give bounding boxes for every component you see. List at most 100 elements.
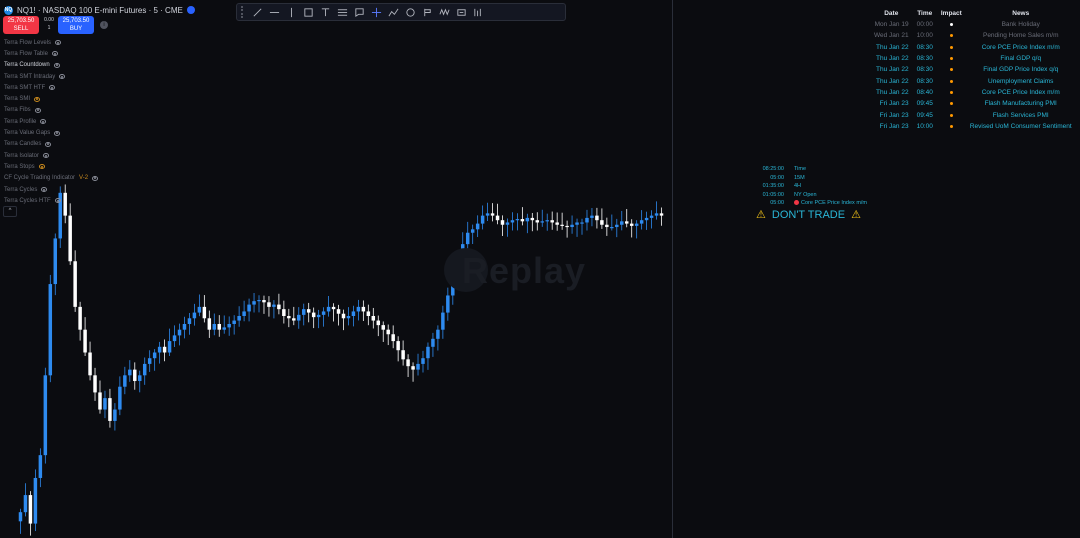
indicator-row[interactable]: Terra Flow Levels: [4, 37, 98, 48]
news-row: Fri Jan 23 10:00 Revised UoM Consumer Sent…: [870, 121, 1076, 132]
countdown-time: 05:00: [770, 200, 784, 207]
collapse-legend-button[interactable]: ^: [3, 206, 17, 217]
path-icon[interactable]: [387, 6, 400, 19]
indicator-row[interactable]: Terra Value Gaps: [4, 127, 98, 138]
candle-body: [605, 224, 609, 228]
symbol-header[interactable]: NQ NQ1! · NASDAQ 100 E-mini Futures · 5 …: [4, 4, 195, 16]
indicator-row[interactable]: Terra Isolator: [4, 150, 98, 161]
eye-icon[interactable]: [55, 40, 62, 46]
eye-icon[interactable]: [40, 119, 47, 125]
indicator-row[interactable]: Terra Cycles: [4, 184, 98, 195]
eye-icon[interactable]: [54, 130, 61, 136]
news-row: Wed Jan 21 10:00 Pending Home Sales m/m: [870, 30, 1076, 41]
countdown-label-text: 15M: [794, 174, 805, 181]
circle-icon[interactable]: [404, 6, 417, 19]
candle-body: [366, 311, 371, 316]
ruler-icon[interactable]: [472, 6, 485, 19]
indicator-row[interactable]: Terra SMI: [4, 93, 98, 104]
buy-button[interactable]: 25,703.50 BUY: [58, 16, 94, 34]
candle-body: [321, 311, 326, 315]
indicator-row[interactable]: Terra Countdown: [4, 60, 98, 71]
eye-icon[interactable]: [49, 85, 56, 91]
horizontal-ray-icon[interactable]: [268, 6, 281, 19]
eye-icon[interactable]: [59, 74, 66, 80]
eye-hidden-icon[interactable]: [38, 164, 45, 170]
eye-icon[interactable]: [34, 107, 41, 113]
candle-body: [297, 314, 301, 321]
info-icon[interactable]: i: [100, 21, 108, 29]
vertical-line-icon[interactable]: [285, 6, 298, 19]
news-time: 08:40: [916, 88, 933, 96]
indicator-row[interactable]: Terra Profile: [4, 116, 98, 127]
candle-body: [351, 311, 356, 316]
news-row: Thu Jan 22 08:30 Final GDP Price Index q/q: [870, 64, 1076, 75]
callout-icon[interactable]: [353, 6, 366, 19]
candle-body: [560, 224, 564, 226]
news-date: Fri Jan 23: [879, 100, 909, 108]
candle-body: [634, 223, 639, 226]
pattern-icon[interactable]: [438, 6, 451, 19]
indicator-name: Terra SMI: [4, 96, 31, 103]
eye-icon[interactable]: [92, 175, 99, 181]
candle-body: [570, 224, 574, 228]
indicator-row[interactable]: Terra SMT Intraday: [4, 71, 98, 82]
candle-body: [590, 215, 594, 218]
rectangle-icon[interactable]: [302, 6, 315, 19]
countdown-time: 01:35:00: [762, 183, 784, 190]
candle-body: [446, 295, 450, 313]
eye-icon[interactable]: [51, 51, 58, 57]
trendline-icon[interactable]: [251, 6, 264, 19]
eye-icon[interactable]: [41, 187, 48, 192]
indicator-row[interactable]: Terra Cycles HTF: [4, 195, 98, 206]
candle-body: [83, 329, 87, 353]
news-date: Fri Jan 23: [879, 111, 909, 119]
crosshair-icon[interactable]: [370, 6, 383, 19]
candle-body: [128, 369, 132, 376]
candle-body: [545, 220, 549, 222]
candle-body: [267, 302, 271, 307]
candle-body: [381, 325, 385, 330]
candle-body: [555, 222, 559, 225]
fork-icon[interactable]: [421, 6, 434, 19]
candle-body: [490, 213, 495, 216]
eye-hidden-icon[interactable]: [34, 96, 41, 102]
candle-body: [167, 341, 172, 353]
candle-body: [38, 455, 43, 478]
news-time: 08:30: [916, 77, 933, 85]
candle-body: [113, 409, 117, 421]
eye-icon[interactable]: [45, 141, 52, 147]
candle-body: [525, 217, 530, 222]
fib-icon[interactable]: [336, 6, 349, 19]
news-header-row: Date Time Impact News: [870, 8, 1076, 19]
eye-icon[interactable]: [43, 153, 50, 159]
indicator-row[interactable]: Terra Flow Table: [4, 48, 98, 59]
pane-divider[interactable]: [672, 0, 673, 538]
candle-body: [18, 512, 23, 522]
symbol-title[interactable]: NQ1! · NASDAQ 100 E-mini Futures · 5 · C…: [17, 6, 183, 15]
countdown-label: Time: [794, 165, 806, 174]
indicator-row[interactable]: CF Cycle Trading Indicator V-2: [4, 173, 99, 184]
text-icon[interactable]: [319, 6, 332, 19]
sell-button[interactable]: 25,703.50 SELL: [3, 16, 39, 34]
range-icon[interactable]: [455, 6, 468, 19]
impact-dot-icon: [949, 34, 953, 38]
indicator-row[interactable]: Terra SMT HTF: [4, 82, 98, 93]
eye-icon[interactable]: [53, 62, 60, 68]
indicator-row[interactable]: Terra Candles: [4, 139, 98, 150]
eye-icon[interactable]: [54, 198, 61, 204]
candle-body: [331, 306, 336, 310]
news-impact: [937, 121, 966, 132]
news-date: Thu Jan 22: [876, 88, 909, 96]
candle-body: [580, 222, 584, 224]
candle-body: [207, 318, 212, 330]
candle-body: [505, 222, 510, 225]
candle-body: [182, 323, 187, 330]
replay-badge-icon[interactable]: [186, 6, 195, 14]
symbol-logo: NQ: [4, 5, 13, 15]
candle-body: [311, 312, 316, 318]
indicator-row[interactable]: Terra Stops: [4, 161, 98, 172]
candle-body: [197, 306, 202, 313]
toolbar-grip-icon[interactable]: [241, 6, 247, 18]
indicator-row[interactable]: Terra Fibs: [4, 105, 98, 116]
candle-body: [232, 320, 236, 324]
